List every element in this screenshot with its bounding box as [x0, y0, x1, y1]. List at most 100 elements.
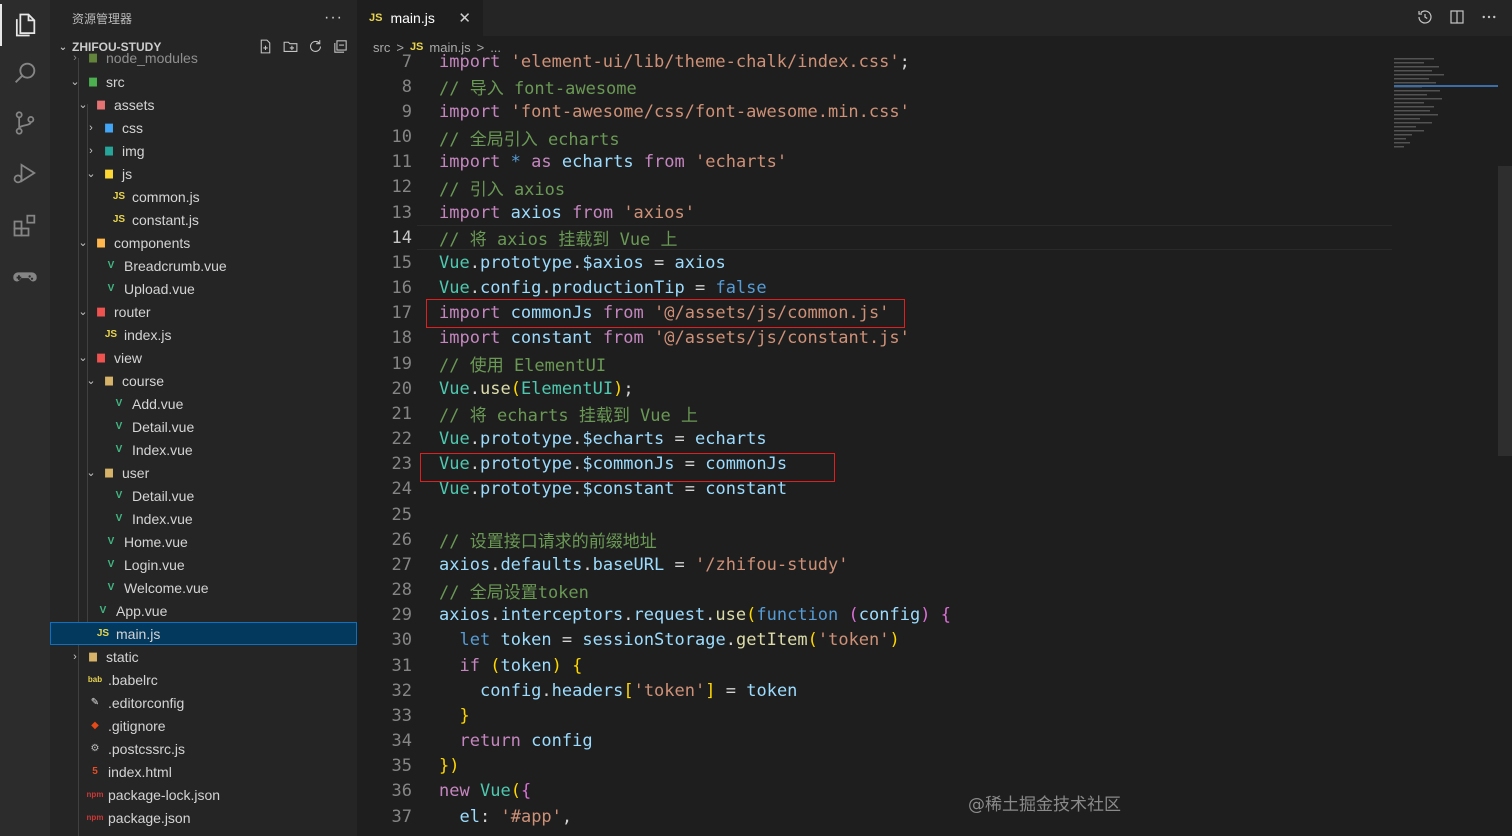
vue-file-icon: V: [115, 421, 123, 432]
code-line[interactable]: 11 import * as echarts from 'echarts': [357, 150, 1397, 175]
more-actions-icon[interactable]: ···: [324, 9, 343, 27]
tree-item-course-index-vue[interactable]: V Index.vue: [50, 438, 357, 461]
line-number: 14: [391, 227, 412, 248]
tree-item-welcome-vue[interactable]: V Welcome.vue: [50, 576, 357, 599]
code-line[interactable]: 34 return config: [357, 729, 1397, 754]
code-text: Vue.prototype.$axios = axios: [439, 252, 726, 273]
code-text: import axios from 'axios': [439, 202, 695, 223]
tree-item-router-index-js[interactable]: JS index.js: [50, 323, 357, 346]
code-line[interactable]: 14 // 将 axios 挂载到 Vue 上: [357, 225, 1397, 251]
folder-view-icon: ▆: [97, 352, 105, 363]
code-line[interactable]: 28 // 全局设置token: [357, 578, 1397, 603]
code-text: return config: [459, 731, 593, 752]
tree-item-user[interactable]: ⌄ ▆ user: [50, 461, 357, 484]
tree-item-package-lock-json[interactable]: npm package-lock.json: [50, 783, 357, 806]
code-line[interactable]: 35}): [357, 754, 1397, 779]
line-number: 8: [401, 76, 412, 97]
code-line[interactable]: 19 // 使用 ElementUI: [357, 351, 1397, 377]
code-line[interactable]: 36 new Vue({: [357, 779, 1397, 804]
code-text: let token = sessionStorage.getItem('toke…: [459, 630, 900, 651]
code-line[interactable]: 31 if (token) {: [357, 653, 1397, 678]
tree-item-login-vue[interactable]: V Login.vue: [50, 553, 357, 576]
line-number: 34: [391, 731, 412, 752]
tree-item-course[interactable]: ⌄ ▆ course: [50, 369, 357, 392]
line-number: 35: [391, 756, 412, 777]
code-line[interactable]: 10 // 全局引入 echarts: [357, 125, 1397, 150]
gamepad-icon[interactable]: [0, 252, 50, 302]
tree-item-user-index-vue[interactable]: V Index.vue: [50, 507, 357, 530]
tree-item-editorconfig[interactable]: ✎ .editorconfig: [50, 691, 357, 714]
tree-item-router[interactable]: ⌄ ▆ router: [50, 300, 357, 323]
code-text: }): [439, 756, 460, 777]
line-number: 26: [391, 529, 412, 550]
code-line[interactable]: 15 Vue.prototype.$axios = axios: [357, 250, 1397, 275]
code-line[interactable]: 33 }: [357, 703, 1397, 728]
code-text: // 导入 font-awesome: [439, 79, 637, 100]
explorer-icon[interactable]: [0, 0, 50, 50]
line-number: 7: [401, 51, 412, 72]
npm-icon: npm: [86, 790, 104, 799]
code-line[interactable]: 26 // 设置接口请求的前缀地址: [357, 527, 1397, 553]
code-line[interactable]: 8 // 导入 font-awesome: [357, 74, 1397, 100]
tree-item-static[interactable]: › ▆ static: [50, 645, 357, 668]
split-editor-icon[interactable]: [1448, 8, 1466, 26]
tree-item-user-detail-vue[interactable]: V Detail.vue: [50, 484, 357, 507]
tree-item-course-add-vue[interactable]: V Add.vue: [50, 392, 357, 415]
tree-item-package-json[interactable]: npm package.json: [50, 806, 357, 829]
tree-item-index-html[interactable]: 5 index.html: [50, 760, 357, 783]
tree-item-app-vue[interactable]: V App.vue: [50, 599, 357, 622]
code-line[interactable]: 21 // 将 echarts 挂载到 Vue 上: [357, 401, 1397, 427]
tree-item-upload-vue[interactable]: V Upload.vue: [50, 277, 357, 300]
code-text: Vue.prototype.$echarts = echarts: [439, 429, 767, 450]
line-number: 13: [391, 202, 412, 223]
tree-item-js[interactable]: ⌄ ▆ js: [50, 162, 357, 185]
search-icon[interactable]: [0, 48, 50, 98]
tab-main-js[interactable]: JS main.js ✕: [357, 0, 483, 36]
tree-item-img[interactable]: › ▆ img: [50, 139, 357, 162]
editor-scrollbar-thumb[interactable]: [1498, 166, 1512, 456]
more-actions-icon[interactable]: [1480, 8, 1498, 26]
tree-item-main-js[interactable]: JS main.js: [50, 622, 357, 645]
tree-item-assets[interactable]: ⌄ ▆ assets: [50, 93, 357, 116]
tree-item-css[interactable]: › ▆ css: [50, 116, 357, 139]
code-line[interactable]: 13 import axios from 'axios': [357, 200, 1397, 225]
tree-item-src[interactable]: ⌄ ▆ src: [50, 70, 357, 93]
run-debug-icon[interactable]: [0, 148, 50, 198]
tree-item-node-modules[interactable]: › ▆ node_modules: [50, 46, 357, 69]
code-line[interactable]: 30 let token = sessionStorage.getItem('t…: [357, 628, 1397, 653]
code-line[interactable]: 12 // 引入 axios: [357, 175, 1397, 200]
highlight-box-import-commonjs: [426, 299, 905, 328]
close-icon[interactable]: ✕: [458, 9, 471, 27]
tree-item-course-detail-vue[interactable]: V Detail.vue: [50, 415, 357, 438]
code-line[interactable]: 29 axios.interceptors.request.use(functio…: [357, 603, 1397, 628]
tree-item-view[interactable]: ⌄ ▆ view: [50, 346, 357, 369]
tree-item-components[interactable]: ⌄ ▆ components: [50, 231, 357, 254]
code-line[interactable]: 20 Vue.use(ElementUI);: [357, 376, 1397, 401]
vue-file-icon: V: [107, 582, 115, 593]
code-line[interactable]: 18 import constant from '@/assets/js/cons…: [357, 326, 1397, 351]
vue-file-icon: V: [115, 513, 123, 524]
line-number: 11: [391, 152, 412, 173]
tree-item-common-js[interactable]: JS common.js: [50, 185, 357, 208]
tree-item-breadcrumb-vue[interactable]: V Breadcrumb.vue: [50, 254, 357, 277]
code-line[interactable]: 7 import 'element-ui/lib/theme-chalk/inde…: [357, 50, 1397, 74]
vue-file-icon: V: [115, 490, 123, 501]
code-editor[interactable]: 7 import 'element-ui/lib/theme-chalk/inde…: [357, 50, 1512, 836]
code-line[interactable]: 25: [357, 502, 1397, 527]
code-line[interactable]: 27 axios.defaults.baseURL = '/zhifou-stud…: [357, 552, 1397, 577]
code-line[interactable]: 9 import 'font-awesome/css/font-awesome.m…: [357, 99, 1397, 124]
code-line[interactable]: 32 config.headers['token'] = token: [357, 678, 1397, 703]
source-control-icon[interactable]: [0, 98, 50, 148]
code-line[interactable]: 22 Vue.prototype.$echarts = echarts: [357, 427, 1397, 452]
tree-item-constant-js[interactable]: JS constant.js: [50, 208, 357, 231]
minimap[interactable]: [1394, 56, 1498, 166]
extensions-icon[interactable]: [0, 200, 50, 250]
code-line[interactable]: 37 el: '#app',: [357, 804, 1397, 829]
tree-item-gitignore[interactable]: ◆ .gitignore: [50, 714, 357, 737]
tree-item-babelrc[interactable]: bab .babelrc: [50, 668, 357, 691]
tree-item-postcssrc[interactable]: ⚙ .postcssrc.js: [50, 737, 357, 760]
line-number: 10: [391, 127, 412, 147]
code-line[interactable]: 16 Vue.config.productionTip = false: [357, 276, 1397, 301]
timeline-icon[interactable]: [1416, 8, 1434, 26]
tree-item-home-vue[interactable]: V Home.vue: [50, 530, 357, 553]
